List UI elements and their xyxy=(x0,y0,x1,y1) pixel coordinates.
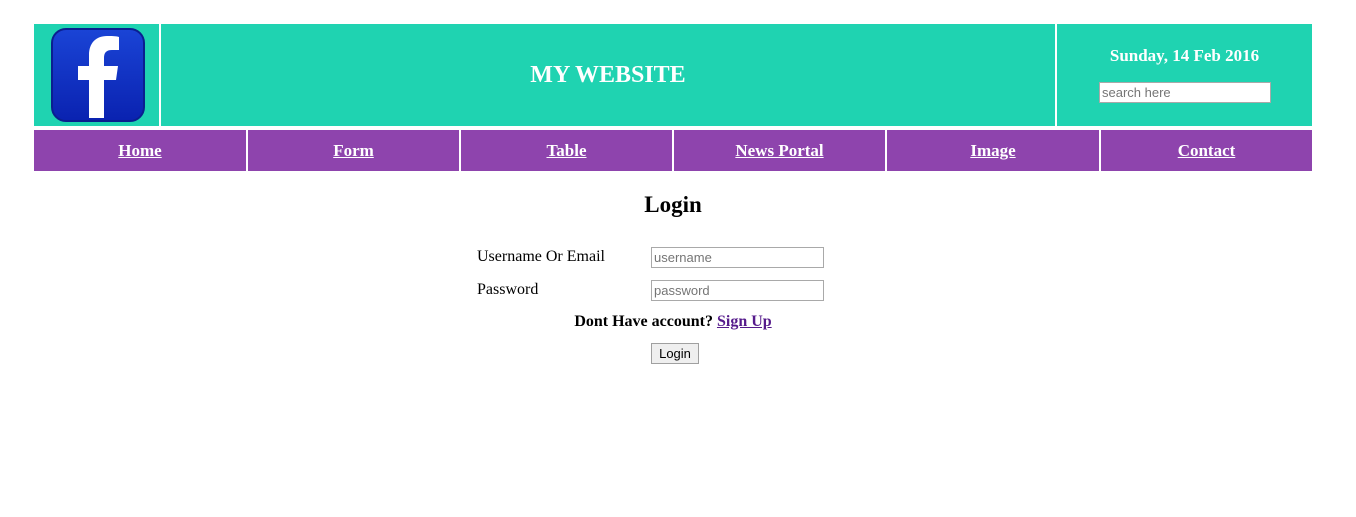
username-field[interactable] xyxy=(651,247,824,268)
current-date: Sunday, 14 Feb 2016 xyxy=(1109,46,1260,65)
nav-item-news-portal: News Portal xyxy=(672,130,885,171)
search-input[interactable] xyxy=(1099,82,1271,103)
nav-item-form: Form xyxy=(246,130,459,171)
site-header: MY WEBSITE Sunday, 14 Feb 2016 xyxy=(34,24,1312,126)
login-button[interactable]: Login xyxy=(651,343,699,364)
title-cell: MY WEBSITE xyxy=(161,24,1057,126)
main-nav: Home Form Table News Portal Image Contac… xyxy=(34,130,1312,171)
nav-link-contact[interactable]: Contact xyxy=(1178,141,1236,161)
site-title: MY WEBSITE xyxy=(530,61,686,88)
nav-link-image[interactable]: Image xyxy=(970,141,1015,161)
username-label: Username Or Email xyxy=(477,248,605,265)
logo-cell xyxy=(34,24,161,126)
signup-prompt-line: Dont Have account? Sign Up xyxy=(0,313,1346,331)
nav-link-form[interactable]: Form xyxy=(333,141,374,161)
password-label: Password xyxy=(477,281,539,298)
signup-prompt: Dont Have account? xyxy=(574,313,713,330)
facebook-icon[interactable] xyxy=(51,28,145,122)
password-field[interactable] xyxy=(651,280,824,301)
nav-item-contact: Contact xyxy=(1099,130,1312,171)
nav-link-table[interactable]: Table xyxy=(546,141,586,161)
login-title: Login xyxy=(644,192,702,217)
nav-item-image: Image xyxy=(885,130,1099,171)
signup-link[interactable]: Sign Up xyxy=(717,313,772,330)
date-search-cell: Sunday, 14 Feb 2016 xyxy=(1057,24,1312,126)
nav-link-home[interactable]: Home xyxy=(118,141,161,161)
nav-item-home: Home xyxy=(34,130,246,171)
nav-link-news-portal[interactable]: News Portal xyxy=(735,141,823,161)
nav-item-table: Table xyxy=(459,130,672,171)
